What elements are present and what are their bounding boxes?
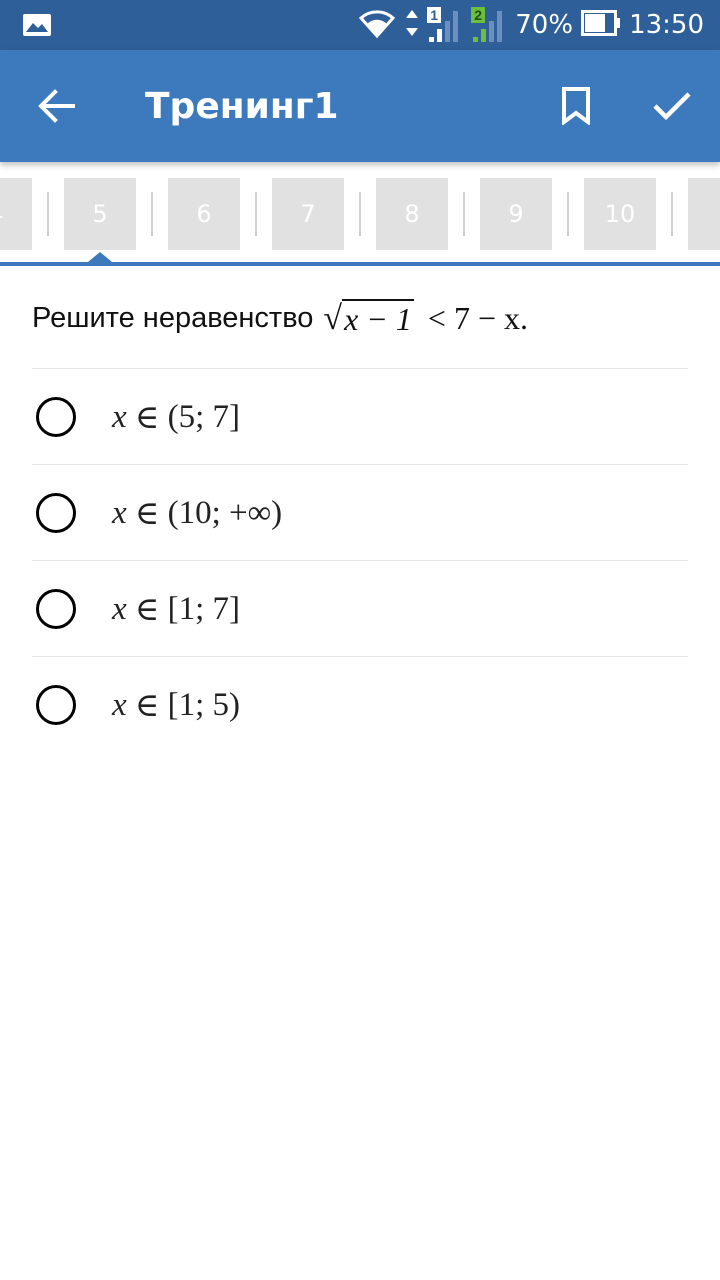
option-symbol: ∈ bbox=[134, 496, 160, 532]
question-tabs: 4 5 6 7 8 9 10 11 bbox=[0, 162, 720, 266]
battery-icon bbox=[581, 9, 621, 41]
radio-button[interactable] bbox=[36, 493, 76, 533]
tab-divider bbox=[671, 192, 673, 236]
active-tab-indicator bbox=[88, 252, 112, 262]
tab-question-9[interactable]: 9 bbox=[480, 178, 552, 250]
tab-label: 9 bbox=[508, 200, 524, 228]
tab-question-8[interactable]: 8 bbox=[376, 178, 448, 250]
answer-option-3[interactable]: x ∈ [1; 7] bbox=[32, 560, 688, 656]
option-interval: [1; 5) bbox=[167, 686, 240, 723]
tab-question-4[interactable]: 4 bbox=[0, 178, 32, 250]
tab-label: 10 bbox=[604, 200, 636, 228]
radio-button[interactable] bbox=[36, 397, 76, 437]
sqrt-expression: √ x − 1 bbox=[323, 299, 414, 337]
radical-sign: √ bbox=[323, 300, 343, 337]
tab-divider bbox=[463, 192, 465, 236]
tab-label: 5 bbox=[92, 200, 108, 228]
app-bar: Тренинг1 bbox=[0, 50, 720, 162]
clock: 13:50 bbox=[629, 10, 704, 40]
tab-question-5[interactable]: 5 bbox=[64, 178, 136, 250]
option-var: x bbox=[112, 494, 127, 531]
tab-question-10[interactable]: 10 bbox=[584, 178, 656, 250]
check-icon bbox=[653, 92, 691, 121]
question-formula: √ x − 1 < 7 − x. bbox=[313, 296, 528, 340]
arrow-left-icon bbox=[38, 89, 75, 123]
answer-option-2[interactable]: x ∈ (10; +∞) bbox=[32, 464, 688, 560]
option-label: x ∈ (10; +∞) bbox=[112, 465, 282, 561]
bookmark-icon bbox=[562, 87, 590, 125]
option-var: x bbox=[112, 590, 127, 627]
wifi-icon bbox=[357, 6, 397, 45]
tab-divider bbox=[47, 192, 49, 236]
sim1-signal-icon: 1 bbox=[427, 7, 463, 43]
gallery-notification-icon bbox=[22, 13, 52, 42]
radio-button[interactable] bbox=[36, 685, 76, 725]
option-var: x bbox=[112, 398, 127, 435]
bookmark-button[interactable] bbox=[548, 78, 604, 134]
tab-label: 4 bbox=[0, 200, 4, 228]
finish-check-button[interactable] bbox=[644, 78, 700, 134]
tab-divider bbox=[359, 192, 361, 236]
option-interval: (5; 7] bbox=[167, 398, 240, 435]
option-symbol: ∈ bbox=[134, 400, 160, 436]
status-bar: 1 2 70% 13:50 bbox=[0, 0, 720, 50]
tab-question-7[interactable]: 7 bbox=[272, 178, 344, 250]
option-interval: (10; +∞) bbox=[167, 494, 283, 531]
tab-question-11[interactable]: 11 bbox=[688, 178, 720, 250]
option-symbol: ∈ bbox=[134, 592, 160, 628]
answer-option-4[interactable]: x ∈ [1; 5) bbox=[32, 656, 688, 752]
radicand: x − 1 bbox=[342, 299, 414, 337]
answer-option-1[interactable]: x ∈ (5; 7] bbox=[32, 368, 688, 464]
radio-button[interactable] bbox=[36, 589, 76, 629]
question-text: Решите неравенство √ x − 1 < 7 − x. bbox=[32, 296, 688, 340]
tab-label: 7 bbox=[300, 200, 316, 228]
tabs-underline bbox=[0, 262, 720, 266]
option-var: x bbox=[112, 686, 127, 723]
option-label: x ∈ (5; 7] bbox=[112, 369, 240, 465]
battery-percent: 70% bbox=[515, 10, 574, 40]
tab-divider bbox=[151, 192, 153, 236]
tab-question-6[interactable]: 6 bbox=[168, 178, 240, 250]
tab-divider bbox=[255, 192, 257, 236]
page-title: Тренинг1 bbox=[145, 86, 339, 127]
option-label: x ∈ [1; 7] bbox=[112, 561, 240, 657]
formula-rest: < 7 − x. bbox=[427, 300, 528, 336]
option-interval: [1; 7] bbox=[167, 590, 240, 627]
option-symbol: ∈ bbox=[134, 688, 160, 724]
question-prompt: Решите неравенство bbox=[32, 302, 314, 334]
tab-label: 6 bbox=[196, 200, 212, 228]
option-label: x ∈ [1; 5) bbox=[112, 657, 240, 753]
sim2-signal-icon: 2 bbox=[471, 7, 507, 43]
data-transfer-icon bbox=[405, 8, 419, 43]
tab-label: 8 bbox=[404, 200, 420, 228]
tab-divider bbox=[567, 192, 569, 236]
back-button[interactable] bbox=[28, 78, 84, 134]
